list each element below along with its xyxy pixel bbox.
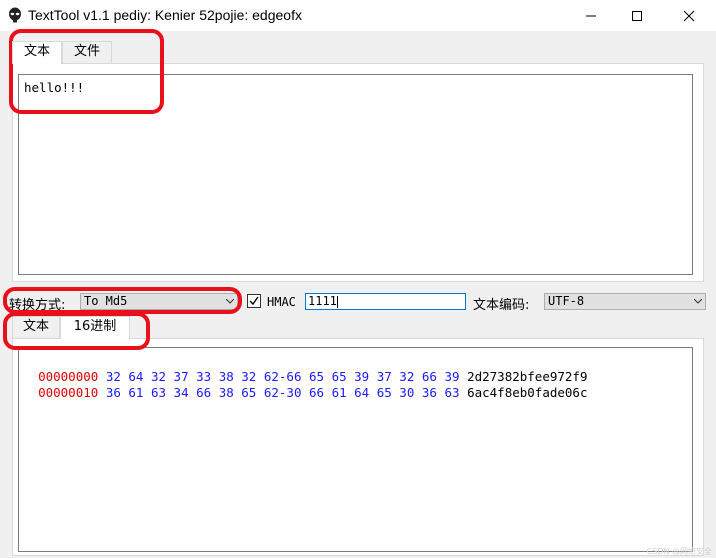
- text-caret: [336, 295, 338, 308]
- tab-input-text[interactable]: 文本: [12, 41, 62, 64]
- tab-input-file[interactable]: 文件: [62, 41, 112, 63]
- convert-method-select[interactable]: To Md5: [80, 293, 238, 310]
- convert-method-value: To Md5: [84, 294, 128, 308]
- alien-head-icon: [9, 7, 21, 23]
- close-icon: [683, 10, 695, 21]
- hmac-label: HMAC: [267, 295, 296, 309]
- input-text-content: hello!!!: [24, 80, 85, 95]
- output-tabs: 文本 16进制: [12, 316, 212, 339]
- encoding-select[interactable]: UTF-8: [544, 293, 706, 310]
- hmac-checkbox[interactable]: [247, 294, 261, 308]
- hex-row: 00000010 36 61 63 34 66 38 65 62-30 66 6…: [23, 369, 587, 401]
- window-title: TextTool v1.1 pediy: Kenier 52pojie: edg…: [28, 7, 302, 23]
- minimize-button[interactable]: [568, 0, 614, 31]
- hex-ascii: 6ac4f8eb0fade06c: [467, 385, 588, 400]
- encoding-label: 文本编码:: [473, 298, 530, 313]
- close-button[interactable]: [666, 0, 712, 31]
- title-bar: TextTool v1.1 pediy: Kenier 52pojie: edg…: [0, 0, 716, 31]
- input-tabs: 文本 文件: [12, 41, 212, 64]
- checkmark-icon: [249, 296, 259, 306]
- tab-output-hex[interactable]: 16进制: [60, 316, 130, 339]
- maximize-button[interactable]: [614, 0, 660, 31]
- convert-label: 转换方式:: [9, 298, 66, 313]
- maximize-icon: [632, 10, 642, 21]
- chevron-down-icon: [694, 299, 702, 304]
- input-text-area[interactable]: hello!!!: [18, 74, 693, 275]
- watermark: CSDN @网络安全: [646, 547, 712, 556]
- hmac-key-input[interactable]: 1111: [305, 293, 466, 310]
- hmac-key-value: 1111: [308, 294, 337, 308]
- chevron-down-icon: [226, 299, 234, 304]
- hex-offset: 00000010: [38, 385, 99, 400]
- hex-bytes: 36 61 63 34 66 38 65 62-30 66 61 64 65 3…: [105, 385, 460, 400]
- encoding-value: UTF-8: [548, 294, 585, 308]
- minimize-icon: [586, 15, 596, 16]
- tab-output-text[interactable]: 文本: [12, 316, 60, 338]
